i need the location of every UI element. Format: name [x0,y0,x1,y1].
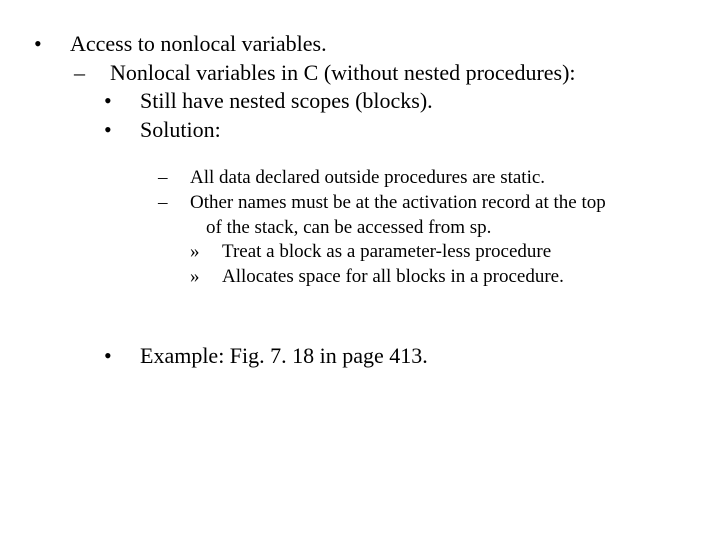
bullet-allocates: »Allocates space for all blocks in a pro… [222,265,670,290]
disc-icon: • [52,30,70,59]
endash-icon: – [174,166,190,191]
bullet-nonlocal-c: –Nonlocal variables in C (without nested… [110,59,670,88]
text-solution: Solution: [140,117,221,142]
endash-icon: – [174,191,190,216]
text-allocates: Allocates space for all blocks in a proc… [222,266,564,287]
disc-icon: • [122,342,140,371]
endash-icon: – [92,59,110,88]
bullet-treat-block: »Treat a block as a parameter-less proce… [222,240,670,265]
bullet-example: •Example: Fig. 7. 18 in page 413. [140,342,670,371]
text-treat-block: Treat a block as a parameter-less proced… [222,241,551,262]
bullet-other-names: –Other names must be at the activation r… [190,191,670,240]
text-nonlocal-c: Nonlocal variables in C (without nested … [110,60,576,85]
disc-icon: • [122,116,140,145]
text-nested-scopes: Still have nested scopes (blocks). [140,88,433,113]
text-access: Access to nonlocal variables. [70,31,327,56]
bullet-static-data: –All data declared outside procedures ar… [190,166,670,191]
bullet-solution: •Solution: [140,116,670,145]
text-example: Example: Fig. 7. 18 in page 413. [140,343,428,368]
disc-icon: • [122,87,140,116]
bullet-nested-scopes: •Still have nested scopes (blocks). [140,87,670,116]
spacer [50,144,670,166]
raquo-icon: » [206,265,222,290]
raquo-icon: » [206,240,222,265]
spacer [50,290,670,342]
text-static-data: All data declared outside procedures are… [190,167,545,188]
text-other-names: Other names must be at the activation re… [190,192,606,238]
bullet-access-nonlocal: •Access to nonlocal variables. [70,30,670,59]
